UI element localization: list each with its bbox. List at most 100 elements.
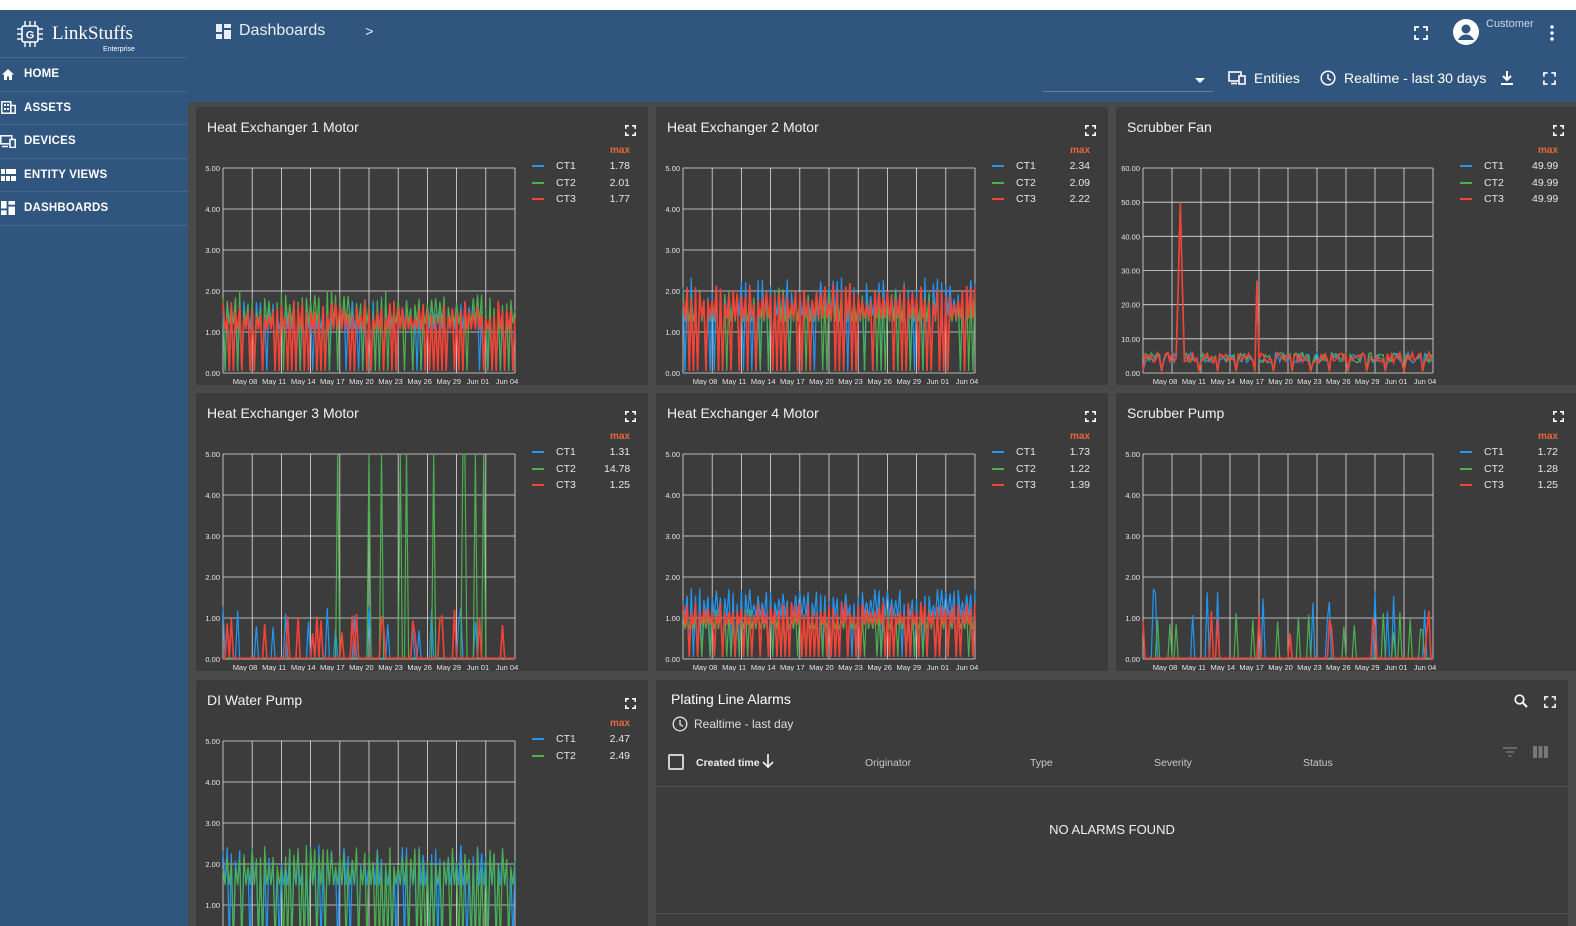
column-type[interactable]: Type bbox=[1030, 757, 1053, 769]
legend-item[interactable]: CT1 2.47 bbox=[532, 731, 630, 748]
legend-max-value: 2.22 bbox=[1069, 193, 1090, 206]
legend-max-header: max bbox=[609, 718, 630, 729]
x-tick-label: May 11 bbox=[722, 377, 746, 385]
x-tick-label: May 23 bbox=[378, 663, 403, 671]
legend-max-value: 1.25 bbox=[609, 479, 630, 492]
chart-legend: max CT1 1.31 CT2 14.78 CT3 1.25 bbox=[532, 431, 630, 494]
line-chart: 0.001.002.003.004.005.00May 08May 11May … bbox=[205, 737, 516, 926]
x-tick-label: May 17 bbox=[320, 663, 345, 671]
x-tick-label: May 29 bbox=[896, 663, 921, 671]
logo[interactable]: G LinkStuffs Enterprise bbox=[0, 10, 188, 58]
legend-max-value: 49.99 bbox=[1532, 193, 1559, 206]
legend-item[interactable]: CT1 1.78 bbox=[532, 158, 630, 175]
entity-views-icon bbox=[0, 168, 16, 182]
legend-max-value: 14.78 bbox=[604, 462, 631, 475]
legend-swatch bbox=[532, 451, 544, 454]
y-tick-label: 0.00 bbox=[665, 655, 680, 664]
column-severity[interactable]: Severity bbox=[1154, 757, 1192, 769]
legend-item[interactable]: CT3 1.25 bbox=[532, 477, 630, 494]
dashboard-state-select[interactable] bbox=[1043, 70, 1213, 92]
breadcrumb-dashboards[interactable]: Dashboards bbox=[239, 22, 325, 40]
sidebar-item-assets[interactable]: ASSETS bbox=[0, 92, 188, 125]
column-created-time[interactable]: Created time bbox=[696, 757, 760, 769]
x-tick-label: May 11 bbox=[722, 663, 746, 671]
legend-item[interactable]: CT3 49.99 bbox=[1460, 191, 1558, 208]
legend-item[interactable]: CT2 2.09 bbox=[992, 175, 1090, 192]
select-all-checkbox[interactable] bbox=[668, 754, 684, 770]
legend-max-value: 2.34 bbox=[1069, 160, 1090, 173]
legend-item[interactable]: CT1 1.72 bbox=[1460, 444, 1558, 461]
legend-swatch bbox=[532, 484, 544, 487]
legend-item[interactable]: CT3 1.39 bbox=[992, 477, 1090, 494]
legend-series-name: CT1 bbox=[556, 446, 576, 459]
legend-item[interactable]: CT1 1.73 bbox=[992, 444, 1090, 461]
legend-series-name: CT1 bbox=[556, 160, 576, 173]
x-tick-label: May 20 bbox=[1268, 663, 1293, 671]
legend-series-name: CT3 bbox=[1484, 479, 1504, 492]
legend-item[interactable]: CT2 14.78 bbox=[532, 461, 630, 478]
x-tick-label: May 11 bbox=[262, 663, 286, 671]
legend-swatch bbox=[532, 198, 544, 201]
legend-max-value: 2.09 bbox=[1069, 176, 1090, 189]
timewindow-button[interactable]: Realtime - last 30 days bbox=[1320, 70, 1486, 86]
legend-series-name: CT2 bbox=[1016, 176, 1036, 189]
x-tick-label: May 26 bbox=[1326, 377, 1351, 385]
arrow-down-icon[interactable] bbox=[762, 753, 774, 769]
sidebar-item-devices[interactable]: DEVICES bbox=[0, 125, 188, 159]
x-tick-label: May 26 bbox=[407, 663, 432, 671]
fullscreen-icon[interactable] bbox=[1543, 72, 1556, 85]
legend-item[interactable]: CT1 1.31 bbox=[532, 444, 630, 461]
legend-item[interactable]: CT1 49.99 bbox=[1460, 158, 1558, 175]
x-tick-label: May 14 bbox=[291, 377, 316, 385]
legend-swatch bbox=[1460, 467, 1472, 470]
y-tick-label: 5.00 bbox=[205, 450, 220, 459]
legend-item[interactable]: CT3 1.77 bbox=[532, 191, 630, 208]
download-icon[interactable] bbox=[1500, 70, 1514, 86]
legend-item[interactable]: CT2 49.99 bbox=[1460, 175, 1558, 192]
legend-swatch bbox=[992, 165, 1004, 168]
breadcrumb[interactable]: Dashboards > bbox=[216, 22, 373, 40]
x-tick-label: May 17 bbox=[1239, 377, 1264, 385]
x-tick-label: May 17 bbox=[320, 377, 345, 385]
y-tick-label: 4.00 bbox=[665, 205, 680, 214]
entities-button[interactable]: Entities bbox=[1228, 70, 1300, 86]
sidebar-item-home[interactable]: HOME bbox=[0, 58, 188, 92]
legend-swatch bbox=[532, 754, 544, 757]
legend-max-value: 49.99 bbox=[1532, 176, 1559, 189]
fullscreen-icon[interactable] bbox=[1414, 26, 1428, 40]
user-role-label: Customer bbox=[1486, 18, 1534, 30]
search-icon[interactable] bbox=[1514, 694, 1528, 708]
y-tick-label: 3.00 bbox=[1125, 532, 1140, 541]
x-tick-label: May 11 bbox=[1182, 663, 1206, 671]
legend-swatch bbox=[532, 165, 544, 168]
fullscreen-icon[interactable] bbox=[1544, 696, 1556, 708]
account-circle-icon[interactable] bbox=[1452, 18, 1480, 46]
legend-item[interactable]: CT3 1.25 bbox=[1460, 477, 1558, 494]
x-tick-label: May 26 bbox=[867, 377, 892, 385]
column-status[interactable]: Status bbox=[1303, 757, 1333, 769]
column-originator[interactable]: Originator bbox=[865, 757, 911, 769]
legend-item[interactable]: CT2 2.01 bbox=[532, 175, 630, 192]
more-vert-icon[interactable] bbox=[1549, 25, 1555, 41]
y-tick-label: 3.00 bbox=[205, 532, 220, 541]
chart-legend: max CT1 1.78 CT2 2.01 CT3 1.77 bbox=[532, 145, 630, 208]
alarms-timewindow[interactable]: Realtime - last day bbox=[672, 716, 793, 732]
legend-item[interactable]: CT3 2.22 bbox=[992, 191, 1090, 208]
sidebar-item-label: DEVICES bbox=[24, 135, 76, 148]
brand-sub: Enterprise bbox=[103, 45, 135, 53]
legend-item[interactable]: CT2 1.28 bbox=[1460, 461, 1558, 478]
x-tick-label: May 14 bbox=[751, 663, 776, 671]
legend-max-value: 1.73 bbox=[1069, 446, 1090, 459]
sidebar-item-dashboards[interactable]: DASHBOARDS bbox=[0, 192, 188, 226]
svg-text:G: G bbox=[26, 29, 35, 41]
y-tick-label: 60.00 bbox=[1121, 164, 1140, 173]
x-tick-label: May 29 bbox=[436, 377, 461, 385]
x-tick-label: May 23 bbox=[1297, 663, 1322, 671]
legend-item[interactable]: CT2 1.22 bbox=[992, 461, 1090, 478]
sidebar-item-entity-views[interactable]: ENTITY VIEWS bbox=[0, 159, 188, 192]
chart-widget: Heat Exchanger 2 Motor 0.00 1.00 2.00 3.00 4.… bbox=[656, 107, 1108, 385]
x-tick-label: Jun 01 bbox=[1385, 663, 1408, 671]
legend-item[interactable]: CT2 2.49 bbox=[532, 748, 630, 765]
y-tick-label: 2.00 bbox=[205, 860, 220, 869]
legend-item[interactable]: CT1 2.34 bbox=[992, 158, 1090, 175]
